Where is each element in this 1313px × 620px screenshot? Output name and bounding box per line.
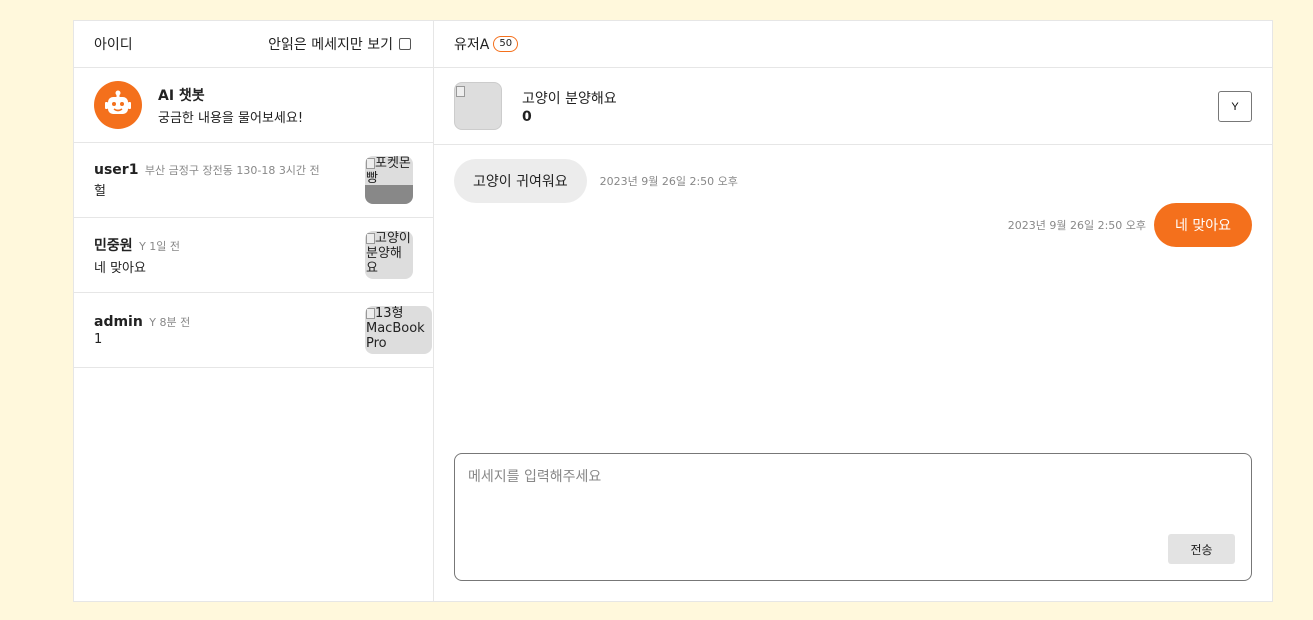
message-outgoing: 2023년 9월 26일 2:50 오후 네 맞아요: [1008, 203, 1252, 247]
product-thumbnail: 13형 MacBook Pro: [365, 306, 432, 354]
chat-item-user1[interactable]: user1 부산 금정구 장전동 130-18 3시간 전 헐 포켓몬빵: [74, 143, 433, 218]
chat-meta: Y 1일 전: [139, 239, 181, 253]
chat-meta: Y 8분 전: [149, 315, 191, 329]
product-info[interactable]: 고양이 분양해요 0 Y: [434, 68, 1272, 145]
chat-app: 아이디 안읽은 메세지만 보기 AI 챗봇 궁금한 내용을 물어보세요! use…: [73, 20, 1273, 602]
chat-list-header: 아이디 안읽은 메세지만 보기: [74, 21, 433, 68]
bot-description: 궁금한 내용을 물어보세요!: [158, 110, 304, 126]
robot-icon: [94, 81, 142, 129]
broken-image-icon: [366, 233, 375, 244]
partner-temperature-badge: 50: [493, 36, 519, 52]
broken-image-icon: [366, 158, 375, 169]
message-bubble: 고양이 귀여워요: [454, 159, 587, 203]
broken-image-icon: [456, 86, 465, 97]
broken-image-icon: [366, 308, 375, 319]
bot-name: AI 챗봇: [158, 87, 205, 104]
message-list: 고양이 귀여워요 2023년 9월 26일 2:50 오후 2023년 9월 2…: [434, 145, 1272, 445]
user-id-label: 아이디: [94, 37, 133, 53]
message-incoming: 고양이 귀여워요 2023년 9월 26일 2:50 오후: [454, 159, 738, 203]
checkbox-icon[interactable]: [399, 38, 411, 50]
chat-meta: 부산 금정구 장전동 130-18 3시간 전: [144, 163, 320, 177]
chat-room-panel: 유저A 50 고양이 분양해요 0 Y 고양이 귀여워요 2023년 9월 26…: [434, 21, 1272, 601]
chat-user-name: 민중원: [94, 237, 133, 254]
product-title: 고양이 분양해요: [522, 90, 617, 107]
chat-item-admin[interactable]: admin Y 8분 전 1 13형 MacBook Pro: [74, 293, 433, 368]
chat-item-ai-bot[interactable]: AI 챗봇 궁금한 내용을 물어보세요!: [74, 68, 433, 143]
chat-user-name: admin: [94, 313, 143, 330]
unread-filter[interactable]: 안읽은 메세지만 보기: [268, 34, 411, 54]
chat-item-minjungwon[interactable]: 민중원 Y 1일 전 네 맞아요 고양이 분양해요: [74, 218, 433, 293]
unread-filter-label: 안읽은 메세지만 보기: [268, 37, 393, 53]
message-time: 2023년 9월 26일 2:50 오후: [599, 175, 738, 188]
send-button[interactable]: 전송: [1168, 534, 1235, 564]
product-thumbnail: 포켓몬빵: [365, 156, 413, 204]
product-image: [454, 82, 502, 130]
message-input[interactable]: [455, 454, 1251, 534]
product-price: 0: [522, 108, 532, 125]
product-thumbnail: 고양이 분양해요: [365, 231, 413, 279]
chat-list-panel: 아이디 안읽은 메세지만 보기 AI 챗봇 궁금한 내용을 물어보세요! use…: [74, 21, 434, 601]
message-time: 2023년 9월 26일 2:50 오후: [1007, 219, 1147, 232]
message-composer: 전송: [454, 453, 1252, 581]
partner-name: 유저A: [454, 37, 490, 53]
message-bubble: 네 맞아요: [1154, 203, 1252, 247]
thumbnail-alt-text: 13형 MacBook Pro: [366, 306, 425, 351]
chat-user-name: user1: [94, 161, 139, 178]
product-status-button[interactable]: Y: [1218, 91, 1252, 122]
chat-room-header: 유저A 50: [434, 21, 1272, 68]
